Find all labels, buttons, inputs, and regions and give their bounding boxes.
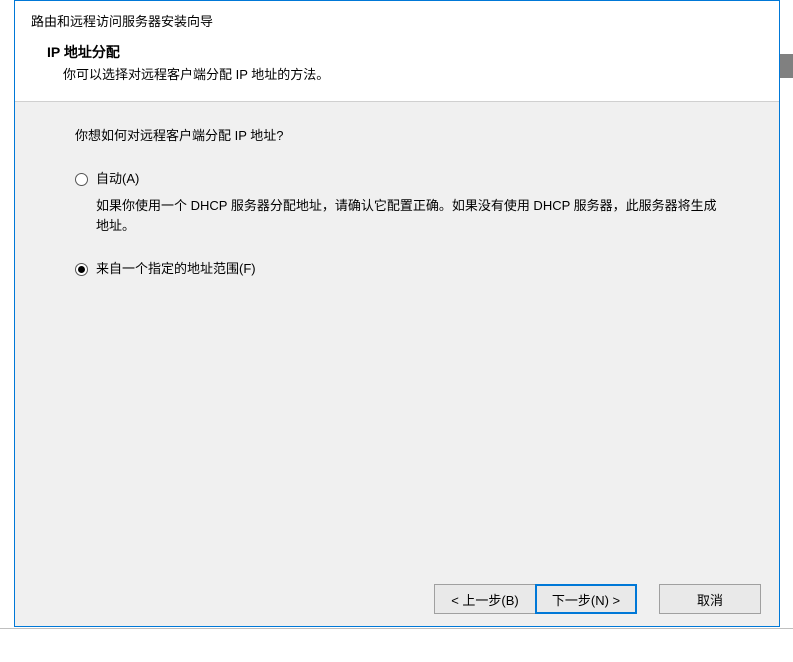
back-button[interactable]: < 上一步(B) xyxy=(434,584,536,614)
option-from-range-label: 来自一个指定的地址范围(F) xyxy=(96,259,256,280)
wizard-body: 你想如何对远程客户端分配 IP 地址? 自动(A) 如果你使用一个 DHCP 服… xyxy=(15,102,779,574)
wizard-heading: IP 地址分配 xyxy=(31,42,763,62)
background-parent-strip xyxy=(780,54,793,78)
option-automatic[interactable]: 自动(A) xyxy=(75,169,719,190)
question-text: 你想如何对远程客户端分配 IP 地址? xyxy=(75,126,719,147)
wizard-header: 路由和远程访问服务器安装向导 IP 地址分配 你可以选择对远程客户端分配 IP … xyxy=(15,1,779,101)
cancel-button[interactable]: 取消 xyxy=(659,584,761,614)
wizard-title: 路由和远程访问服务器安装向导 xyxy=(31,11,763,30)
next-button[interactable]: 下一步(N) > xyxy=(535,584,637,614)
radio-from-range[interactable] xyxy=(75,263,88,276)
radio-automatic[interactable] xyxy=(75,173,88,186)
option-automatic-label: 自动(A) xyxy=(96,169,139,190)
wizard-subheading: 你可以选择对远程客户端分配 IP 地址的方法。 xyxy=(31,64,763,83)
background-bottom-border xyxy=(0,628,793,629)
wizard-button-bar: < 上一步(B) 下一步(N) > 取消 xyxy=(15,574,779,626)
option-from-range[interactable]: 来自一个指定的地址范围(F) xyxy=(75,259,719,280)
wizard-dialog: 路由和远程访问服务器安装向导 IP 地址分配 你可以选择对远程客户端分配 IP … xyxy=(14,0,780,627)
option-automatic-description: 如果你使用一个 DHCP 服务器分配地址，请确认它配置正确。如果没有使用 DHC… xyxy=(96,196,719,238)
